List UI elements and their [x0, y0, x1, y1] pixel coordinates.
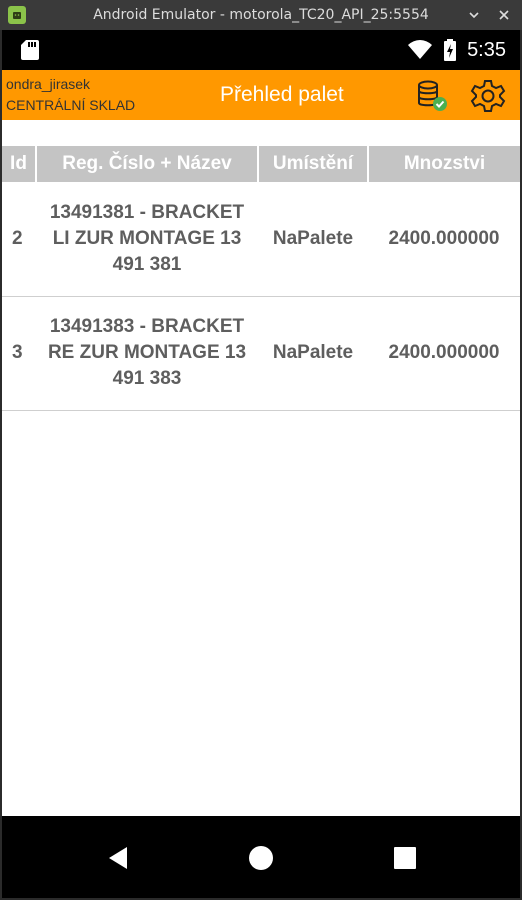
header-id[interactable]: Id	[2, 146, 37, 182]
page-title: Přehled palet	[220, 83, 344, 106]
wifi-icon	[408, 40, 433, 59]
navigation-bar	[2, 816, 520, 898]
header-quantity[interactable]: Mnozstvi	[368, 146, 520, 182]
table-header-row: Id Reg. Číslo + Název Umístění Mnozstvi	[2, 146, 520, 182]
back-icon	[109, 847, 127, 869]
emulator-titlebar: Android Emulator - motorola_TC20_API_25:…	[0, 0, 522, 30]
close-icon[interactable]	[496, 7, 512, 23]
cell-id: 3	[2, 296, 36, 411]
app-toolbar: ondra_jirasek CENTRÁLNÍ SKLAD Přehled pa…	[2, 70, 520, 120]
database-sync-button[interactable]	[414, 78, 450, 114]
table-row[interactable]: 2 13491381 - BRACKET LI ZUR MONTAGE 13 4…	[2, 182, 520, 297]
settings-button[interactable]	[470, 78, 506, 114]
device-screen: 5:35 ondra_jirasek CENTRÁLNÍ SKLAD Přehl…	[2, 30, 520, 898]
android-icon	[8, 6, 26, 24]
recents-button[interactable]	[389, 842, 421, 874]
cell-location: NaPalete	[258, 296, 368, 411]
cell-name: 13491381 - BRACKET LI ZUR MONTAGE 13 491…	[36, 182, 258, 297]
cell-id: 2	[2, 182, 36, 297]
pallet-table: Id Reg. Číslo + Název Umístění Mnozstvi …	[2, 146, 520, 411]
window-controls	[466, 7, 512, 23]
collapse-icon[interactable]	[466, 7, 482, 23]
database-check-icon	[418, 80, 447, 111]
home-icon	[249, 846, 273, 870]
status-time: 5:35	[467, 38, 506, 61]
table-row[interactable]: 3 13491383 - BRACKET RE ZUR MONTAGE 13 4…	[2, 296, 520, 411]
pallet-overview: Id Reg. Číslo + Název Umístění Mnozstvi …	[2, 120, 520, 816]
settings-gear-icon	[470, 80, 506, 112]
header-name[interactable]: Reg. Číslo + Název	[36, 146, 259, 182]
cell-location: NaPalete	[258, 182, 368, 297]
header-location[interactable]: Umístění	[258, 146, 369, 182]
cell-name: 13491383 - BRACKET RE ZUR MONTAGE 13 491…	[36, 296, 258, 411]
warehouse-name: CENTRÁLNÍ SKLAD	[6, 97, 136, 113]
back-button[interactable]	[102, 842, 134, 874]
battery-charging-icon	[444, 39, 457, 61]
cell-quantity: 2400.000000	[368, 182, 520, 297]
recents-icon	[394, 847, 416, 869]
sd-card-icon	[21, 40, 39, 60]
status-bar: 5:35	[2, 30, 520, 70]
window-title: Android Emulator - motorola_TC20_API_25:…	[93, 7, 429, 23]
home-button[interactable]	[245, 842, 277, 874]
user-name: ondra_jirasek	[6, 76, 91, 92]
cell-quantity: 2400.000000	[368, 296, 520, 411]
